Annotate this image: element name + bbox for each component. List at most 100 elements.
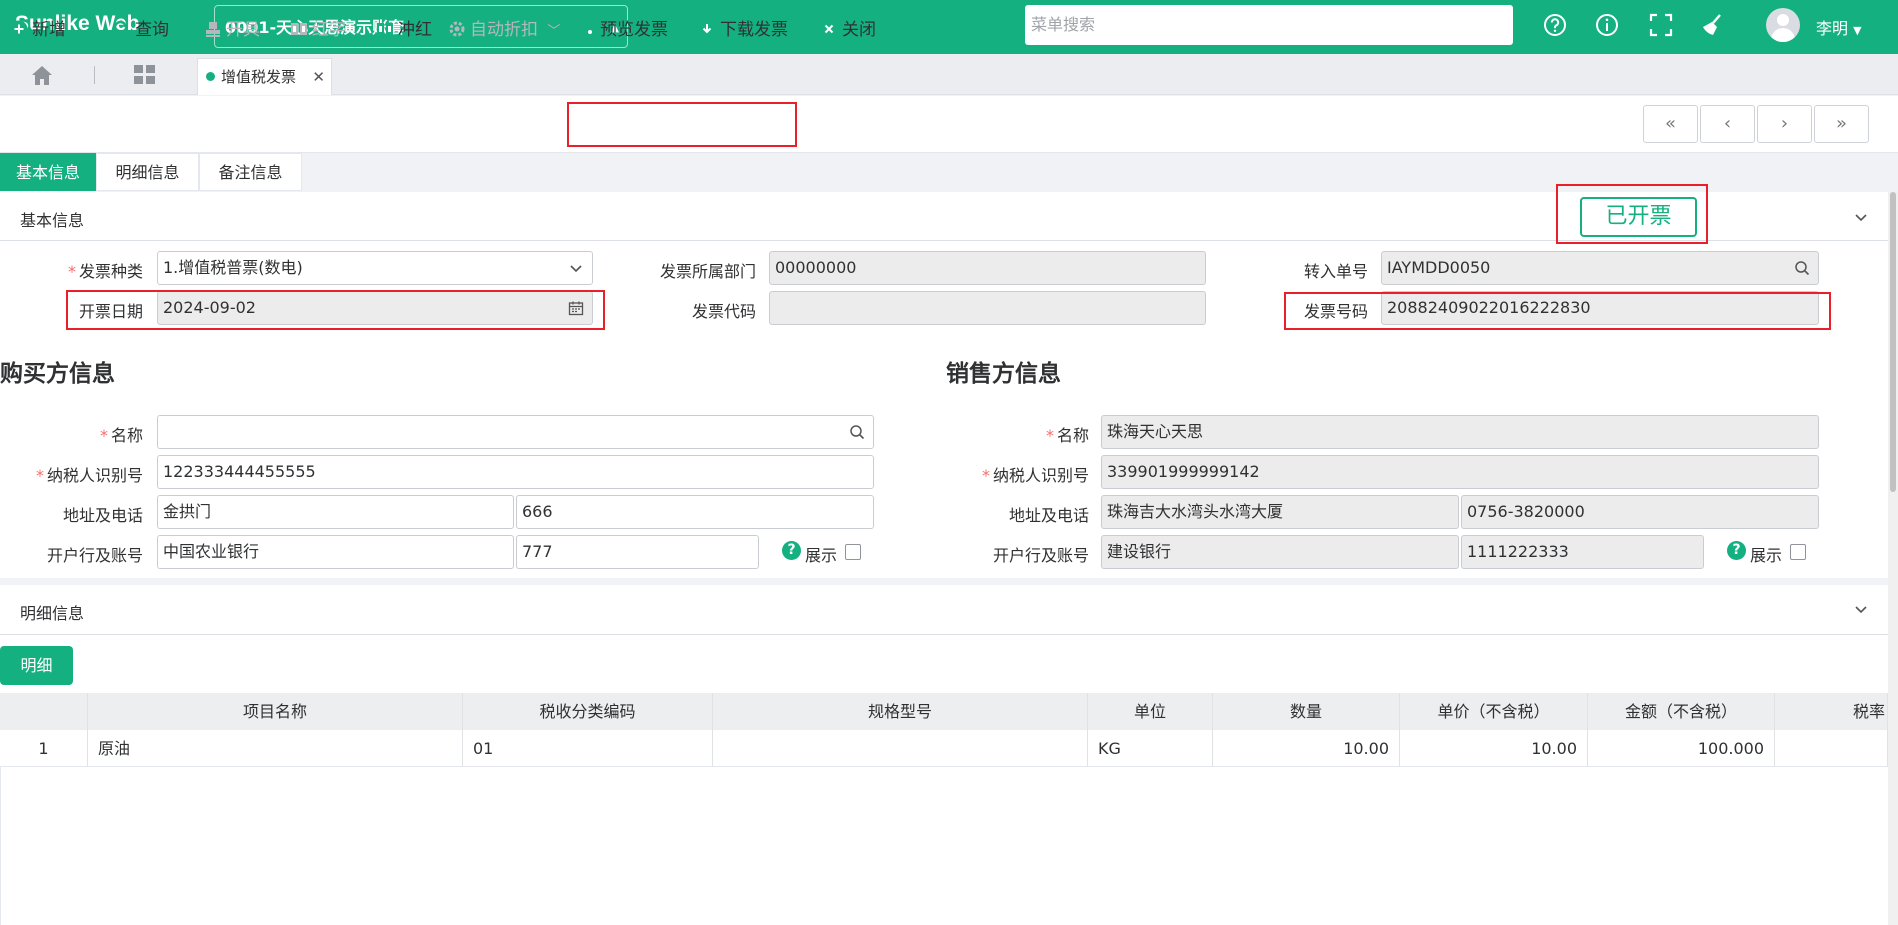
detail-section-title: 明细信息: [20, 604, 85, 623]
table-header: 项目名称 税收分类编码 规格型号 单位 数量 单价（不含税） 金额（不含税） 税…: [0, 693, 1888, 730]
highlight-box: [567, 102, 797, 147]
download-icon: [698, 20, 716, 38]
col-amount: 金额（不含税）: [1588, 693, 1775, 730]
transfer-value: IAYMDD0050: [1387, 258, 1491, 277]
close-label: 关闭: [842, 20, 876, 40]
cell-unit-price[interactable]: 10.00: [1400, 730, 1588, 767]
seller-account-field[interactable]: 1111222333: [1461, 535, 1704, 569]
avatar[interactable]: [1766, 8, 1800, 42]
cell-unit[interactable]: KG: [1088, 730, 1213, 767]
buyer-account-field[interactable]: 777: [516, 535, 759, 569]
highlight-box: [1284, 292, 1831, 330]
vertical-scrollbar[interactable]: [1888, 192, 1898, 925]
cell-amount[interactable]: 100.000: [1588, 730, 1775, 767]
help-circle-icon[interactable]: ?: [1727, 541, 1746, 560]
close-circle-icon: [820, 20, 838, 38]
close-button[interactable]: 关闭: [820, 18, 876, 42]
buyer-tax-label: * 纳税人识别号: [35, 466, 143, 485]
code-field[interactable]: [769, 291, 1206, 325]
buyer-bank-field[interactable]: 中国农业银行: [157, 535, 514, 569]
buyer-show-label: 展示: [805, 546, 838, 565]
seller-address-field[interactable]: 珠海吉大水湾头水湾大厦: [1101, 495, 1459, 529]
menu-search-input[interactable]: 菜单搜索: [1025, 5, 1513, 45]
highlight-box: [66, 290, 605, 330]
gear-icon: [449, 21, 465, 37]
tab-vat-invoice[interactable]: 增值税发票 ✕: [197, 58, 332, 95]
code-label: 发票代码: [691, 302, 756, 321]
cell-index: 1: [0, 730, 88, 767]
section-divider: [0, 634, 1888, 635]
tab-remark-info[interactable]: 备注信息: [199, 153, 302, 191]
highlight-box: [1556, 184, 1708, 244]
buyer-name-field[interactable]: [157, 415, 874, 449]
seller-title: 销售方信息: [946, 361, 1061, 387]
seller-tax-field[interactable]: 339901999999142: [1101, 455, 1819, 489]
query-button[interactable]: 查询: [113, 18, 169, 42]
query-label: 查询: [135, 20, 169, 40]
invoice-type-label: * 发票种类: [67, 262, 143, 281]
next-record-button[interactable]: ›: [1757, 105, 1812, 143]
red-invoice-button[interactable]: 红字: [290, 18, 346, 42]
last-record-button[interactable]: »: [1814, 105, 1869, 143]
transfer-field[interactable]: IAYMDD0050: [1381, 251, 1819, 285]
close-tab-icon[interactable]: ✕: [312, 59, 325, 95]
issue-button[interactable]: 开具: [204, 18, 260, 42]
chevron-down-icon[interactable]: [1854, 211, 1868, 225]
cell-item-name[interactable]: 原油: [88, 730, 463, 767]
user-menu[interactable]: 李明 ▼: [1816, 15, 1862, 39]
preview-invoice-button[interactable]: 预览发票: [578, 18, 668, 42]
plus-circle-icon: [10, 20, 28, 38]
buyer-bank-label: 开户行及账号: [46, 546, 143, 565]
download-label: 下载发票: [720, 20, 788, 40]
col-tax-code: 税收分类编码: [463, 693, 713, 730]
buyer-address-field[interactable]: 金拱门: [157, 495, 514, 529]
col-item-name: 项目名称: [88, 693, 463, 730]
offset-icon: [377, 23, 393, 35]
tab-detail-info[interactable]: 明细信息: [96, 153, 199, 191]
cell-spec[interactable]: [713, 730, 1088, 767]
table-row[interactable]: 1 原油 01 KG 10.00 10.00 100.000: [0, 730, 1888, 767]
search-icon[interactable]: [849, 424, 865, 440]
seller-bank-label: 开户行及账号: [992, 546, 1089, 565]
seller-phone-field[interactable]: 0756-3820000: [1461, 495, 1819, 529]
cell-tax-code[interactable]: 01: [463, 730, 713, 767]
first-record-button[interactable]: «: [1643, 105, 1698, 143]
buyer-show-checkbox[interactable]: [845, 544, 861, 560]
cell-quantity[interactable]: 10.00: [1213, 730, 1400, 767]
seller-name-field[interactable]: 珠海天心天思: [1101, 415, 1819, 449]
cell-tax-rate[interactable]: [1775, 730, 1888, 767]
toolbar: [0, 96, 1898, 153]
tab-label: 增值税发票: [221, 68, 297, 86]
col-quantity: 数量: [1213, 693, 1400, 730]
seller-show-checkbox[interactable]: [1790, 544, 1806, 560]
chevron-down-icon[interactable]: [1854, 603, 1868, 617]
offset-button[interactable]: 冲红: [376, 18, 432, 42]
buyer-phone-field[interactable]: 666: [516, 495, 874, 529]
tab-basic-info[interactable]: 基本信息: [0, 153, 96, 191]
apps-grid-icon[interactable]: [133, 64, 157, 86]
home-icon[interactable]: [30, 64, 54, 86]
dept-field[interactable]: 00000000: [769, 251, 1206, 285]
auto-discount-label: 自动折扣: [470, 20, 538, 40]
col-spec: 规格型号: [713, 693, 1088, 730]
help-icon[interactable]: [1542, 12, 1568, 38]
search-icon[interactable]: [1794, 260, 1810, 276]
issue-label: 开具: [226, 20, 260, 40]
new-button[interactable]: 新增: [10, 18, 66, 42]
fullscreen-icon[interactable]: [1648, 12, 1674, 38]
invoice-type-select[interactable]: 1.增值税普票(数电): [157, 251, 593, 285]
download-invoice-button[interactable]: 下载发票: [698, 18, 788, 42]
col-index: [0, 693, 88, 730]
info-icon[interactable]: [1594, 12, 1620, 38]
invoice-type-value: 1.增值税普票(数电): [163, 258, 303, 277]
seller-bank-field[interactable]: 建设银行: [1101, 535, 1459, 569]
buyer-tax-field[interactable]: 122333444455555: [157, 455, 874, 489]
detail-button[interactable]: 明细: [0, 646, 73, 685]
table-border: [0, 767, 1, 925]
red-label: 红字: [312, 20, 346, 40]
auto-discount-button[interactable]: 自动折扣 ﹀: [448, 18, 560, 42]
help-circle-icon[interactable]: ?: [782, 541, 801, 560]
prev-record-button[interactable]: ‹: [1700, 105, 1755, 143]
scrollbar-thumb[interactable]: [1890, 192, 1896, 492]
broom-icon[interactable]: [1700, 12, 1726, 38]
